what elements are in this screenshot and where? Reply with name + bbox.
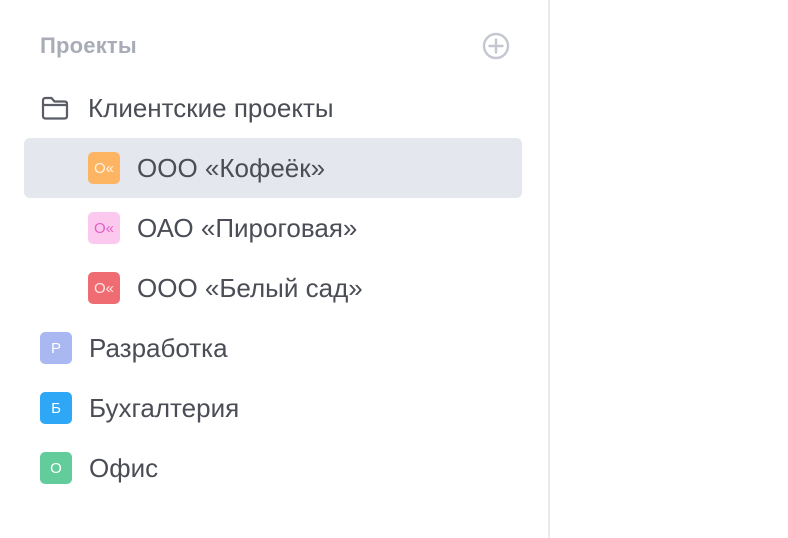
project-label: Разработка xyxy=(89,332,228,363)
project-badge: Р xyxy=(40,332,72,364)
project-label: ООО «Кофеёк» xyxy=(137,152,326,183)
plus-circle-icon xyxy=(482,32,510,60)
project-label: ОАО «Пироговая» xyxy=(137,212,358,243)
main-content-area xyxy=(550,0,788,538)
projects-section-header: Проекты xyxy=(40,28,514,64)
folder-label: Клиентские проекты xyxy=(88,92,334,123)
project-item-razrabotka[interactable]: Р Разработка xyxy=(40,318,522,378)
section-title: Проекты xyxy=(40,33,137,58)
project-item-pirogovaya[interactable]: О« ОАО «Пироговая» xyxy=(88,198,522,258)
project-label: Бухгалтерия xyxy=(89,392,240,423)
project-label: ООО «Белый сад» xyxy=(137,272,363,303)
project-item-buhgalteriya[interactable]: Б Бухгалтерия xyxy=(40,378,522,438)
folder-icon xyxy=(41,96,69,120)
project-badge: О« xyxy=(88,212,120,244)
project-item-ofis[interactable]: О Офис xyxy=(40,438,522,498)
add-project-button[interactable] xyxy=(482,32,510,60)
project-badge: О xyxy=(40,452,72,484)
project-badge: О« xyxy=(88,272,120,304)
folder-client-projects[interactable]: Клиентские проекты xyxy=(40,78,522,138)
project-badge: Б xyxy=(40,392,72,424)
project-label: Офис xyxy=(89,452,159,483)
projects-sidebar: Проекты Клиентские проекты О« ООО «Кофеё… xyxy=(0,0,550,538)
app-window: Проекты Клиентские проекты О« ООО «Кофеё… xyxy=(0,0,788,538)
project-item-belyy-sad[interactable]: О« ООО «Белый сад» xyxy=(88,258,522,318)
project-badge: О« xyxy=(88,152,120,184)
project-item-kofeek[interactable]: О« ООО «Кофеёк» xyxy=(24,138,522,198)
